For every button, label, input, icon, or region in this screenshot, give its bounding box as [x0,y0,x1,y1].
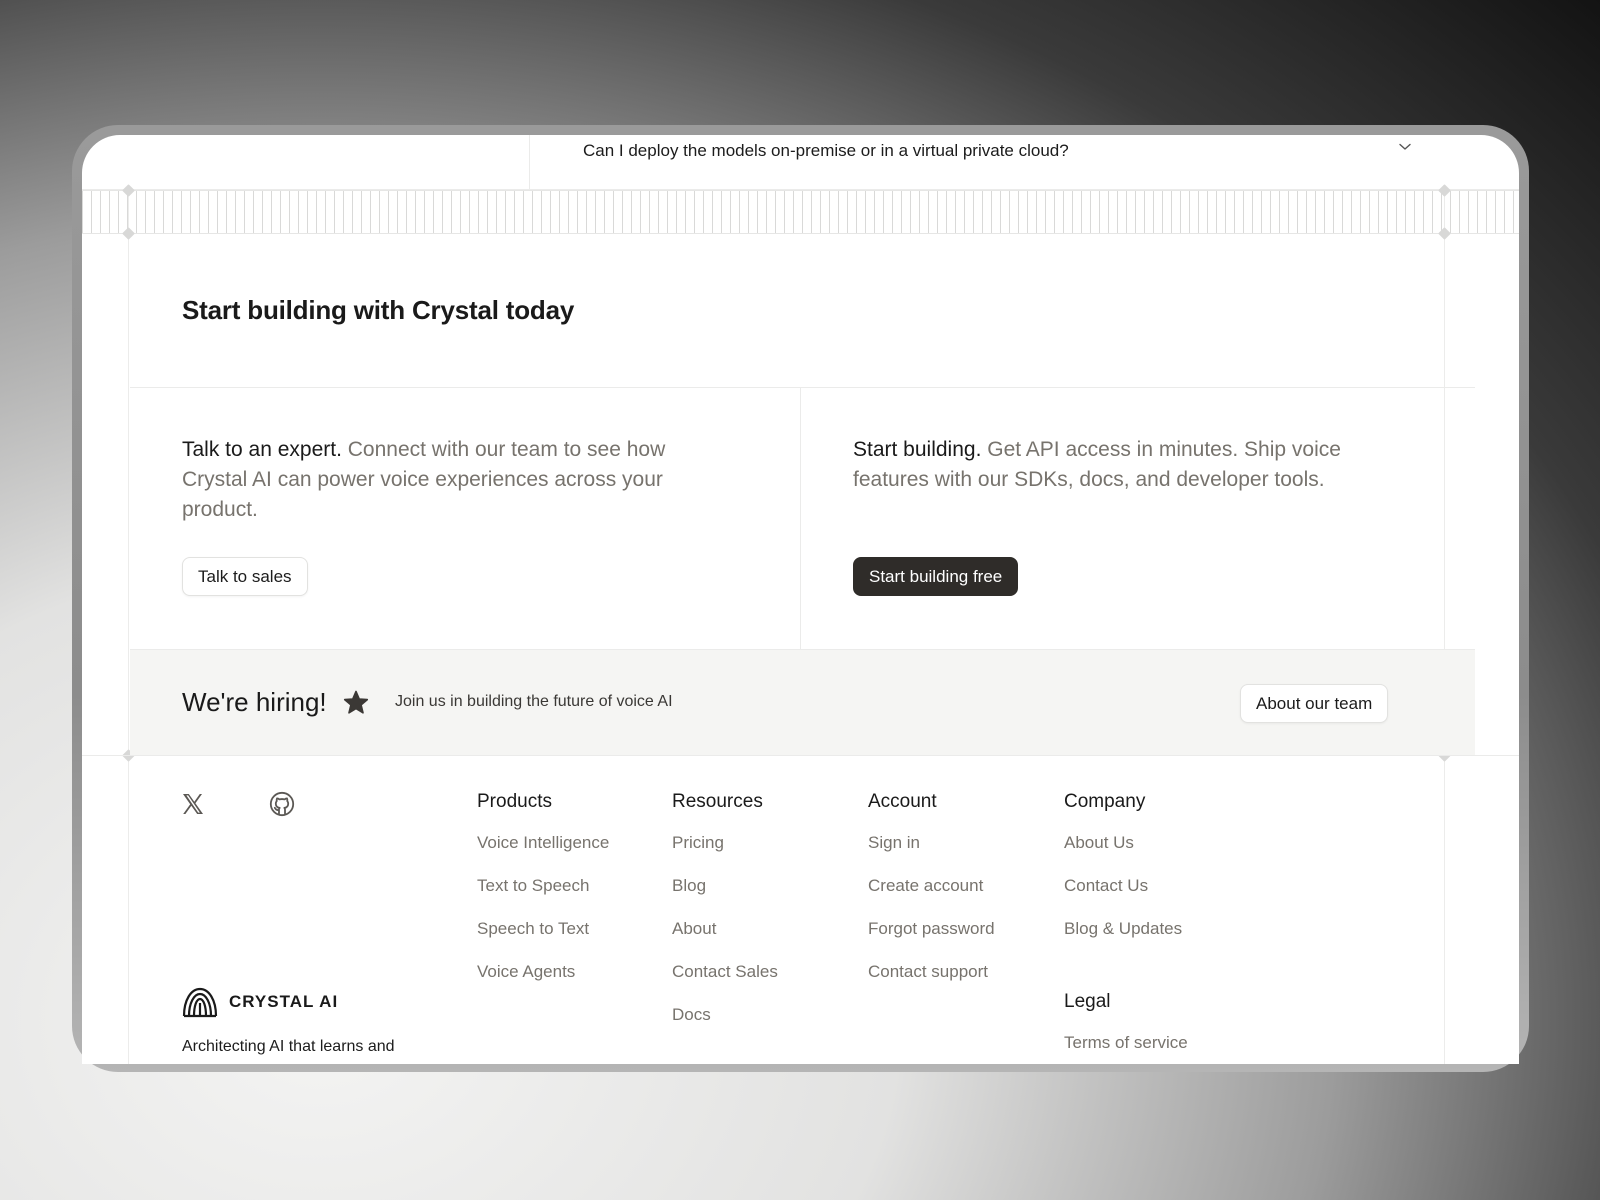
cta-title: Start building with Crystal today [182,295,575,325]
footer-link-voice-agents[interactable]: Voice Agents [477,962,575,982]
footer-link-create-account[interactable]: Create account [868,876,983,896]
x-logo-icon[interactable] [180,791,206,817]
github-icon[interactable] [269,791,295,817]
faq-question[interactable]: Can I deploy the models on-premise or in… [583,141,1069,161]
build-card-text: Start building. Get API access in minute… [853,435,1393,495]
guide-line-right [1444,190,1445,1064]
footer-col-title-resources: Resources [672,791,763,812]
footer-link-forgot-password[interactable]: Forgot password [868,919,995,939]
footer-link-pricing[interactable]: Pricing [672,833,724,853]
star-icon [343,690,369,714]
talk-to-sales-button[interactable]: Talk to sales [182,557,308,596]
brand-name: CRYSTAL AI [229,992,339,1011]
hiring-text: Join us in building the future of voice … [395,693,673,710]
footer-link-contact-us[interactable]: Contact Us [1064,876,1148,896]
footer-col-title-products: Products [477,791,552,812]
footer-link-blog[interactable]: Blog [672,876,706,896]
brand-tagline: Architecting AI that learns and [182,1038,395,1055]
footer-col-title-legal: Legal [1064,991,1111,1012]
expert-card-lead: Talk to an expert. [182,438,342,461]
footer-divider [82,755,1519,756]
faq-divider [529,135,530,190]
chevron-down-icon[interactable] [1396,138,1414,156]
footer-link-terms-of-service[interactable]: Terms of service [1064,1033,1188,1053]
footer-link-contact-sales[interactable]: Contact Sales [672,962,778,982]
footer-link-docs[interactable]: Docs [672,1005,711,1025]
footer-link-sign-in[interactable]: Sign in [868,833,920,853]
start-building-free-button[interactable]: Start building free [853,557,1019,596]
decorative-stripe-band [82,190,1519,234]
footer-link-about-us[interactable]: About Us [1064,833,1134,853]
hiring-banner: We're hiring! Join us in building the fu… [130,649,1475,755]
browser-viewport: Can I deploy the models on-premise or in… [82,135,1519,1064]
hiring-title: We're hiring! [182,687,327,717]
footer-link-blog-updates[interactable]: Blog & Updates [1064,919,1182,939]
guide-line-left [128,190,129,1064]
cta-column-divider [800,387,801,649]
footer-link-text-to-speech[interactable]: Text to Speech [477,876,589,896]
build-card-lead: Start building. [853,438,982,461]
footer-link-about[interactable]: About [672,919,716,939]
footer-link-speech-to-text[interactable]: Speech to Text [477,919,589,939]
about-our-team-button[interactable]: About our team [1240,684,1389,723]
footer-link-contact-support[interactable]: Contact support [868,962,988,982]
crystal-logo-icon [182,987,218,1018]
footer-col-title-account: Account [868,791,937,812]
expert-card-text: Talk to an expert. Connect with our team… [182,435,702,525]
faq-item[interactable]: Can I deploy the models on-premise or in… [82,135,1519,190]
cta-divider [130,387,1475,388]
footer-link-voice-intelligence[interactable]: Voice Intelligence [477,833,609,853]
footer-col-title-company: Company [1064,791,1146,812]
